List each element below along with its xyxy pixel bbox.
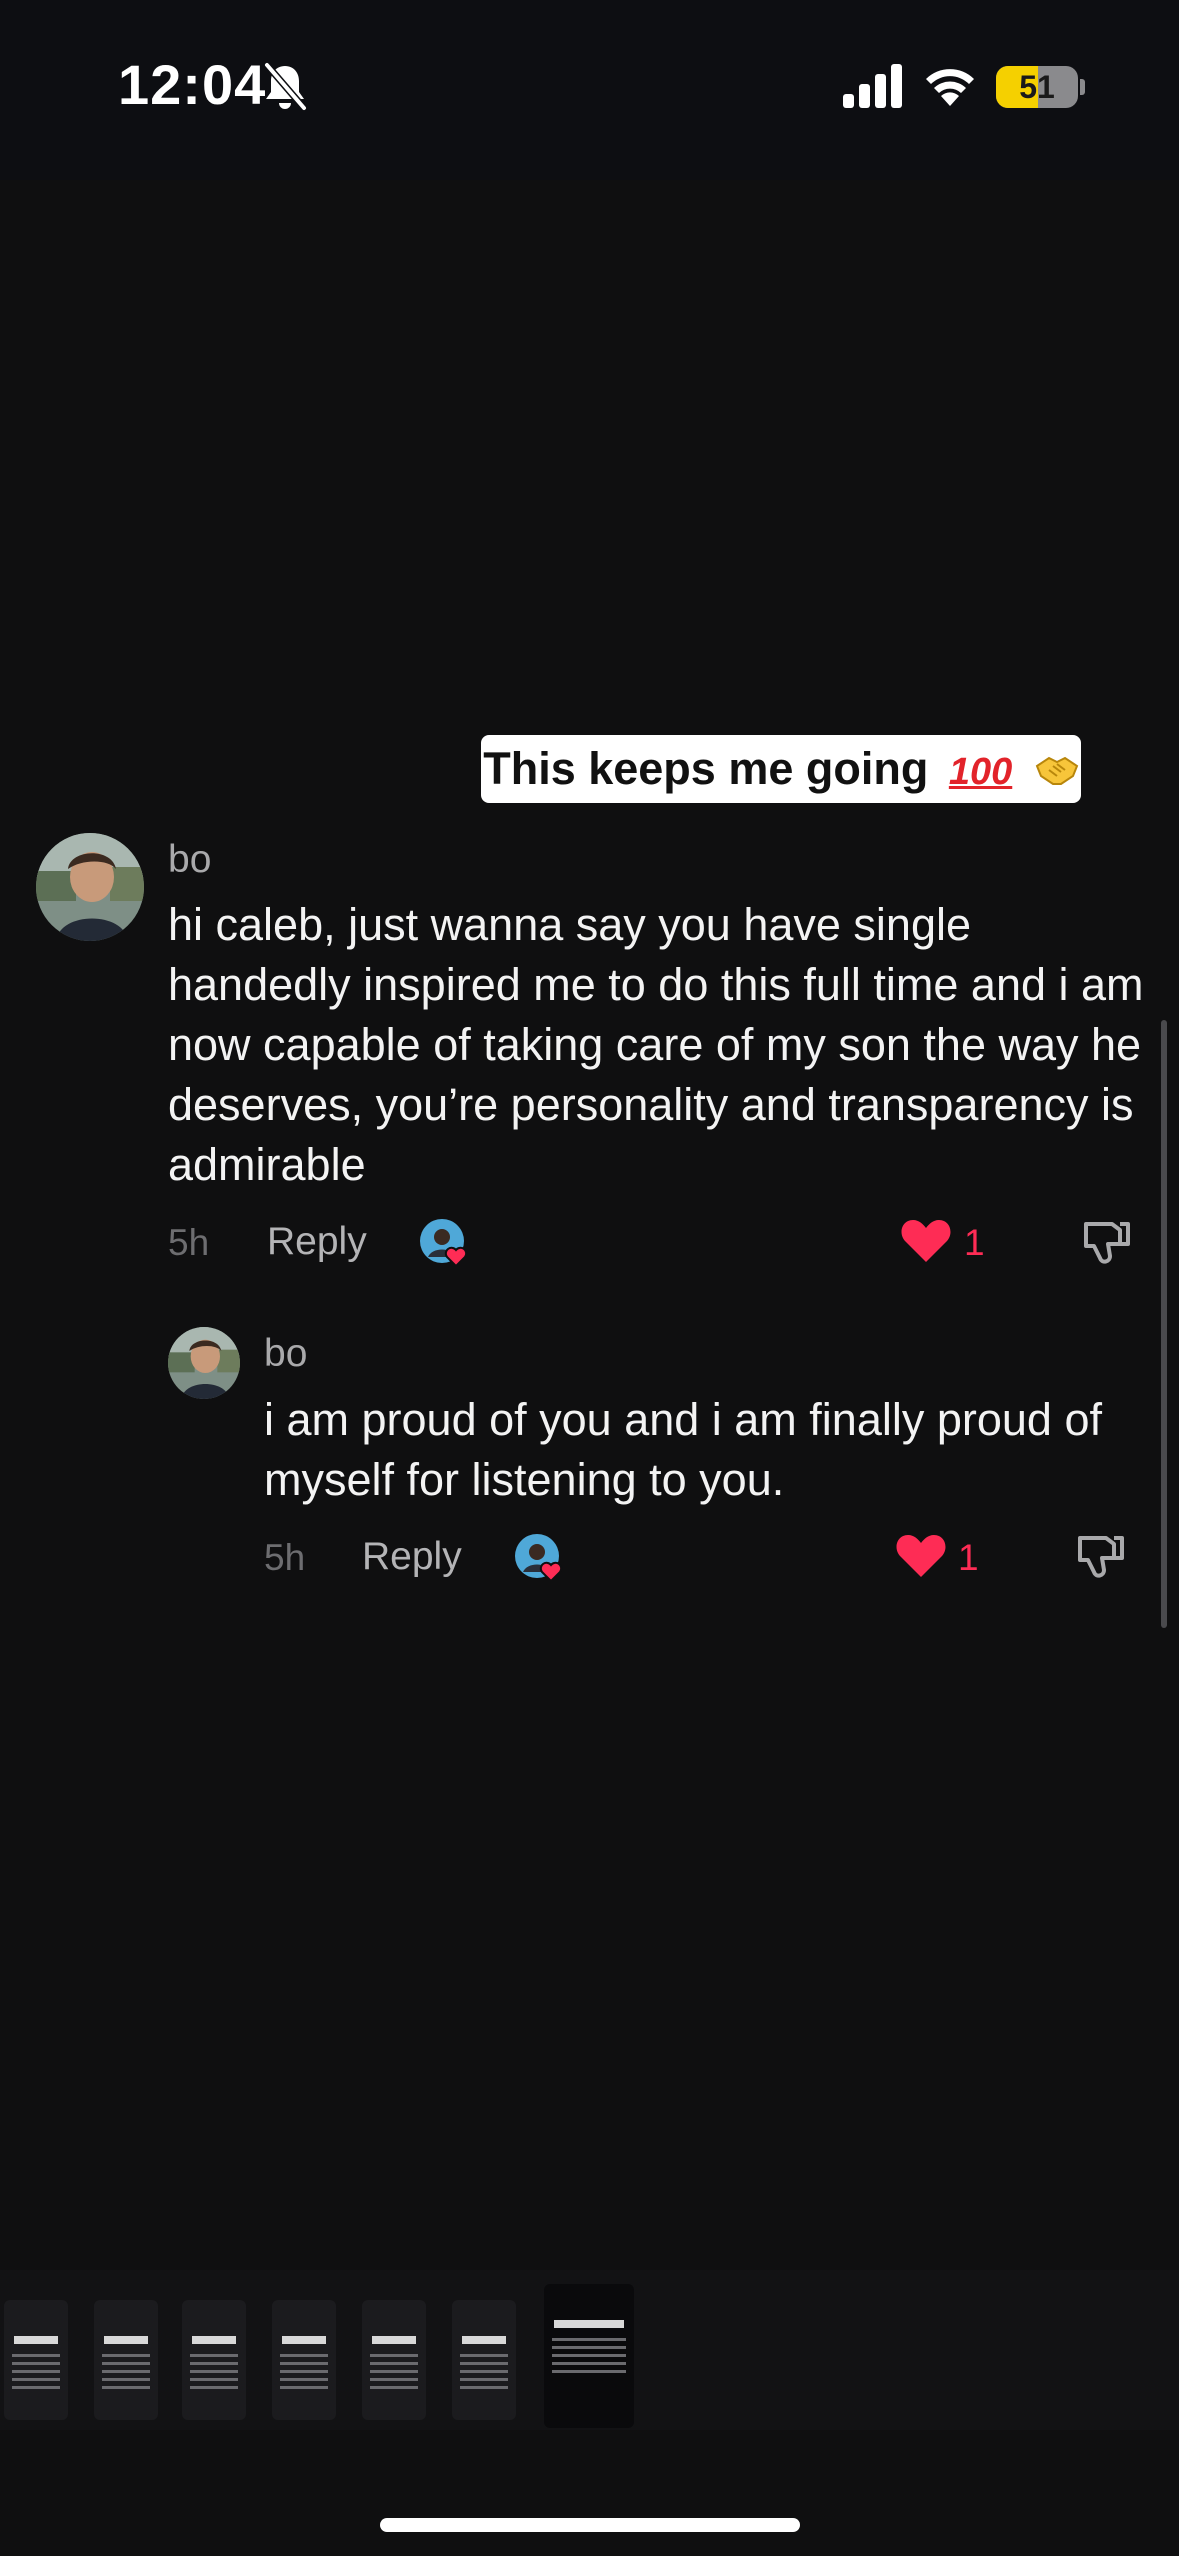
home-indicator[interactable] xyxy=(380,2518,800,2532)
thumbnail-text-line xyxy=(552,2346,626,2349)
thumbnail-title-bar xyxy=(554,2320,624,2328)
wifi-icon xyxy=(926,69,974,106)
comment-text: i am proud of you and i am finally proud… xyxy=(264,1394,1102,1505)
cellular-signal-icon xyxy=(843,64,902,108)
like-heart-icon[interactable] xyxy=(900,1218,952,1264)
thumbnail-title-bar xyxy=(462,2336,506,2344)
thumbnail-text-line xyxy=(102,2354,150,2357)
like-heart-icon[interactable] xyxy=(895,1533,947,1579)
thumbnail-text-line xyxy=(280,2378,328,2381)
slide-thumbnail[interactable] xyxy=(4,2300,68,2420)
comment-username[interactable]: bo xyxy=(168,838,211,882)
comment-username[interactable]: bo xyxy=(264,1332,307,1376)
thumbnail-title-bar xyxy=(282,2336,326,2344)
caption-text: This keeps me going xyxy=(483,743,929,794)
thumbnail-text-line xyxy=(102,2370,150,2373)
thumbnail-text-line xyxy=(460,2378,508,2381)
thumbnail-text-line xyxy=(190,2386,238,2389)
100-points-emoji: 100 xyxy=(948,751,1013,793)
reply-button[interactable]: Reply xyxy=(362,1535,462,1579)
thumbnail-text-line xyxy=(552,2354,626,2357)
dislike-icon[interactable] xyxy=(1074,1530,1126,1582)
avatar[interactable] xyxy=(36,833,144,941)
creator-liked-icon xyxy=(420,1219,468,1268)
bell-slash-icon xyxy=(264,62,307,111)
thumbnail-text-line xyxy=(190,2370,238,2373)
thumbnail-text-line xyxy=(370,2386,418,2389)
thumbnail-text-line xyxy=(190,2354,238,2357)
thumbnail-text-line xyxy=(12,2362,60,2365)
slide-thumbnail[interactable] xyxy=(452,2300,516,2420)
status-bar: 12:04 51 xyxy=(0,0,1179,180)
thumbnail-text-line xyxy=(552,2362,626,2365)
thumbnail-text-line xyxy=(102,2378,150,2381)
thumbnail-text-line xyxy=(280,2370,328,2373)
battery-level: 51 xyxy=(1019,69,1055,105)
comment-time: 5h xyxy=(168,1222,210,1263)
thumbnail-text-line xyxy=(12,2370,60,2373)
slide-thumbnail[interactable] xyxy=(94,2300,158,2420)
thumbnail-text-line xyxy=(370,2354,418,2357)
thumbnail-text-line xyxy=(12,2378,60,2381)
comment-time: 5h xyxy=(264,1537,306,1578)
comments-scrollbar[interactable] xyxy=(1161,1020,1167,1628)
avatar[interactable] xyxy=(168,1327,240,1399)
thumbnail-title-bar xyxy=(192,2336,236,2344)
thumbnail-text-line xyxy=(102,2362,150,2365)
thumbnail-text-line xyxy=(460,2354,508,2357)
slide-thumbnail[interactable] xyxy=(272,2300,336,2420)
thumbnail-text-line xyxy=(552,2370,626,2373)
thumbnail-title-bar xyxy=(104,2336,148,2344)
thumbnail-text-line xyxy=(280,2354,328,2357)
handshake-emoji xyxy=(1035,756,1078,785)
thumbnail-text-line xyxy=(280,2386,328,2389)
dislike-icon[interactable] xyxy=(1080,1216,1132,1268)
battery-icon: 51 xyxy=(996,66,1078,108)
reply-button[interactable]: Reply xyxy=(267,1220,367,1264)
status-time: 12:04 xyxy=(118,53,267,116)
comment-text: hi caleb, just wanna say you have single… xyxy=(168,899,1144,1190)
thumbnail-text-line xyxy=(190,2378,238,2381)
slide-thumbnail[interactable] xyxy=(182,2300,246,2420)
thumbnail-text-line xyxy=(12,2386,60,2389)
thumbnail-title-bar xyxy=(372,2336,416,2344)
thumbnail-text-line xyxy=(280,2362,328,2365)
battery-cap xyxy=(1080,79,1085,95)
thumbnail-text-line xyxy=(370,2370,418,2373)
thumbnail-text-line xyxy=(552,2338,626,2341)
thumbnail-text-line xyxy=(460,2386,508,2389)
like-count: 1 xyxy=(958,1537,979,1578)
video-caption: This keeps me going 100 xyxy=(481,735,1081,803)
thumbnail-text-line xyxy=(460,2370,508,2373)
creator-liked-icon xyxy=(515,1534,563,1583)
like-count: 1 xyxy=(964,1222,985,1263)
thumbnail-title-bar xyxy=(14,2336,58,2344)
thumbnail-text-line xyxy=(12,2354,60,2357)
thumbnail-text-line xyxy=(190,2362,238,2365)
thumbnail-text-line xyxy=(102,2386,150,2389)
thumbnail-text-line xyxy=(370,2362,418,2365)
slide-thumbnail[interactable] xyxy=(544,2284,634,2428)
thumbnail-text-line xyxy=(460,2362,508,2365)
thumbnail-text-line xyxy=(370,2378,418,2381)
slide-thumbnail[interactable] xyxy=(362,2300,426,2420)
